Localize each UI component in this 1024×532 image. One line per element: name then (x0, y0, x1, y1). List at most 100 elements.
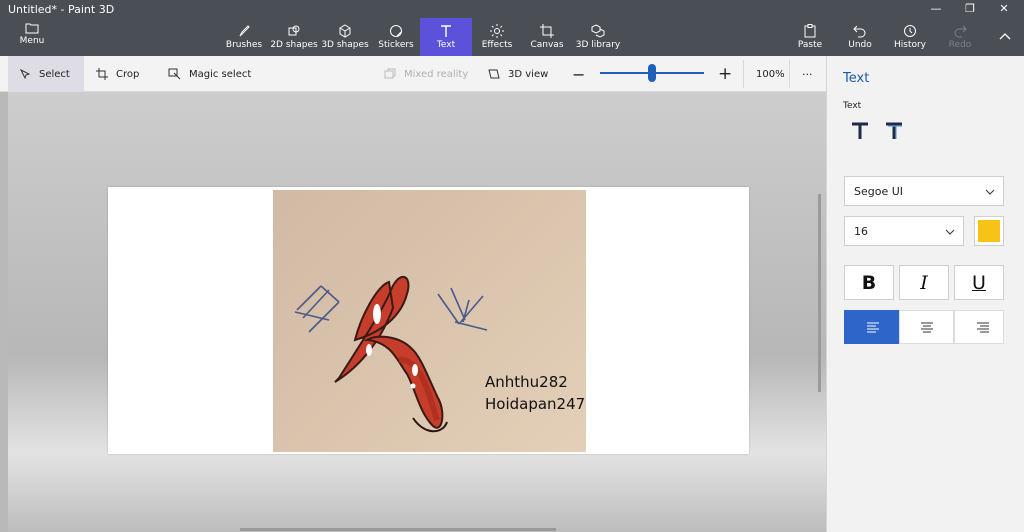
align-center-icon (921, 322, 933, 333)
bold-label: B (861, 272, 877, 294)
redo-button[interactable]: Redo (934, 22, 986, 54)
italic-button[interactable]: I (899, 265, 949, 300)
toolbar: Select Crop Magic select Mixed reality 3… (0, 56, 826, 92)
minus-icon: − (572, 64, 586, 84)
3d-text-icon[interactable] (881, 118, 907, 144)
redo-label: Redo (948, 40, 972, 50)
font-size-value: 16 (854, 225, 868, 238)
zoom-in-button[interactable]: + (718, 56, 732, 92)
select-button[interactable]: Select (8, 56, 84, 92)
tab-label: Text (436, 40, 456, 50)
menu-label: Menu (19, 36, 45, 46)
plus-icon: + (718, 64, 733, 84)
more-options-button[interactable]: ··· (802, 56, 813, 92)
mixed-reality-icon (384, 68, 396, 79)
font-family-select[interactable]: Segoe UI (844, 176, 1004, 206)
crop-label: Crop (116, 68, 140, 80)
2d-text-icon[interactable] (847, 118, 873, 144)
divider (743, 60, 744, 88)
magic-select-button[interactable]: Magic select (168, 56, 251, 92)
close-button[interactable]: ✕ (988, 0, 1020, 18)
history-button[interactable]: History (884, 22, 936, 54)
align-right-icon (977, 322, 989, 333)
tab-label: 3D library (575, 40, 621, 50)
tab-label: 2D shapes (270, 40, 318, 50)
folder-icon (25, 23, 39, 34)
canvas-icon (540, 24, 554, 38)
collapse-ribbon-icon[interactable] (998, 30, 1012, 44)
crop-button[interactable]: Crop (96, 56, 139, 92)
bold-button[interactable]: B (844, 265, 894, 300)
chevron-down-icon (945, 229, 955, 235)
photo-text-line-2: Hoidapan247 (485, 395, 586, 413)
paste-label: Paste (797, 40, 823, 50)
crop-icon (96, 68, 108, 80)
zoom-slider-thumb[interactable] (648, 64, 656, 82)
paste-button[interactable]: Paste (784, 22, 836, 54)
undo-icon (853, 25, 866, 38)
tab-canvas[interactable]: Canvas (521, 22, 573, 54)
paste-icon (804, 24, 816, 38)
tab-3d-library[interactable]: 3D library (572, 22, 624, 54)
vertical-scrollbar[interactable] (818, 194, 821, 392)
panel-title: Text (843, 71, 870, 86)
tab-label: 3D shapes (321, 40, 369, 50)
2d-shapes-icon (288, 25, 300, 36)
history-label: History (893, 40, 927, 50)
zoom-value: 100% (756, 68, 785, 80)
window-title: Untitled* - Paint 3D (8, 3, 115, 16)
menu-button[interactable]: Menu (8, 22, 56, 46)
title-bar: Untitled* - Paint 3D — ❐ ✕ (0, 0, 1024, 18)
tab-stickers[interactable]: Stickers (370, 22, 422, 54)
mixed-reality-label: Mixed reality (404, 68, 469, 80)
tab-brushes[interactable]: Brushes (218, 22, 270, 54)
tab-effects[interactable]: Effects (471, 22, 523, 54)
tab-3d-shapes[interactable]: 3D shapes (319, 22, 371, 54)
undo-button[interactable]: Undo (834, 22, 886, 54)
horizontal-scrollbar[interactable] (240, 528, 556, 531)
more-icon: ··· (802, 67, 813, 81)
cube-icon (339, 24, 351, 38)
3d-view-label: 3D view (508, 68, 549, 80)
underline-button[interactable]: U (954, 265, 1004, 300)
tab-label: Effects (481, 40, 513, 50)
align-left-icon (867, 322, 879, 333)
minimize-button[interactable]: — (920, 0, 952, 18)
magic-select-label: Magic select (189, 68, 252, 80)
tab-label: Canvas (530, 40, 564, 50)
text-icon (441, 25, 451, 37)
align-right-button[interactable] (954, 310, 1004, 344)
align-center-button[interactable] (899, 310, 954, 344)
chevron-down-icon (985, 189, 995, 195)
align-left-button[interactable] (844, 310, 899, 344)
undo-label: Undo (848, 40, 872, 50)
restore-button[interactable]: ❐ (954, 0, 986, 18)
tab-label: Brushes (225, 40, 263, 50)
divider (789, 60, 790, 88)
tab-text[interactable]: Text (420, 18, 472, 56)
zoom-level: 100% (756, 56, 785, 92)
font-family-value: Segoe UI (854, 185, 904, 198)
3d-library-icon (591, 24, 605, 38)
magic-select-icon (168, 68, 181, 80)
select-label: Select (39, 68, 70, 80)
zoom-out-button[interactable]: − (572, 56, 585, 92)
panel-subtitle: Text (843, 101, 862, 111)
underline-label: U (972, 272, 986, 294)
3d-view-button[interactable]: 3D view (488, 56, 548, 92)
font-size-select[interactable]: 16 (844, 216, 964, 246)
italic-label: I (920, 272, 928, 294)
history-icon (904, 25, 916, 37)
ribbon: Menu Brushes 2D shapes 3D shapes Sticker… (0, 18, 1024, 56)
redo-icon (954, 25, 967, 38)
sticker-icon (390, 25, 402, 37)
mixed-reality-button[interactable]: Mixed reality (384, 56, 468, 92)
photo-text-line-1: Anhthu282 (485, 373, 568, 391)
tab-2d-shapes[interactable]: 2D shapes (268, 22, 320, 54)
color-swatch (978, 220, 1000, 242)
brush-icon (239, 25, 250, 37)
text-color-button[interactable] (974, 216, 1004, 246)
cursor-icon (20, 68, 31, 79)
3d-view-icon (488, 69, 500, 79)
sun-icon (490, 24, 504, 38)
